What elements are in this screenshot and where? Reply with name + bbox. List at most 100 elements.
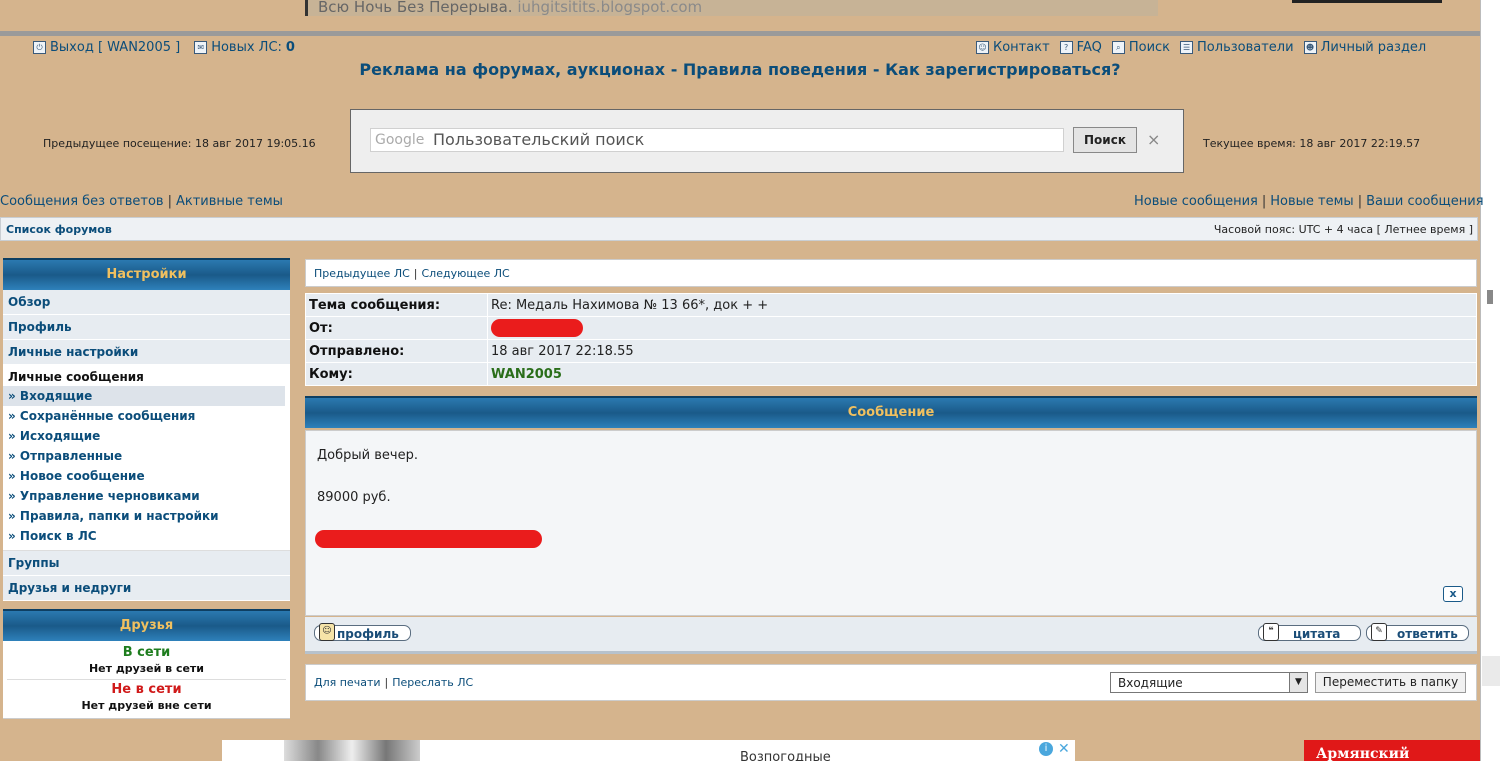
contact-icon: ☺ [976, 41, 989, 54]
forum-list-link[interactable]: Список форумов [6, 223, 112, 236]
pm-link-drafts[interactable]: » Управление черновиками [3, 486, 290, 506]
top-banner-link[interactable]: iuhgitsitits.blogspot.com [517, 0, 702, 16]
table-row: Тема сообщения: Re: Медаль Нахимова № 13… [305, 293, 1477, 317]
new-pm-count[interactable]: 0 [286, 40, 295, 55]
sent-value: 18 авг 2017 22:18.55 [487, 339, 1477, 363]
previous-visit: Предыдущее посещение: 18 авг 2017 19:05.… [43, 137, 316, 150]
scrollbar-track-gap [1482, 656, 1500, 686]
message-line: 89000 руб. [317, 490, 391, 505]
profile-button[interactable]: ☺ профиль [314, 623, 411, 641]
online-none: Нет друзей в сети [88, 662, 205, 675]
new-pm-link[interactable]: Новых ЛС: [211, 40, 282, 55]
scrollbar[interactable] [1480, 0, 1500, 761]
unanswered-link[interactable]: Сообщения без ответов [0, 194, 164, 209]
subject-value: Re: Медаль Нахимова № 13 66*, док + + [487, 293, 1477, 317]
table-row: Кому: WAN2005 [305, 362, 1477, 386]
timezone-info: Часовой пояс: UTC + 4 часа [ Летнее врем… [1213, 223, 1473, 236]
pm-link-compose[interactable]: » Новое сообщение [3, 466, 290, 486]
search-button[interactable]: Поиск [1073, 127, 1137, 153]
prev-pm-link[interactable]: Предыдущее ЛС [314, 267, 410, 280]
user-icon: ☺ [319, 623, 335, 641]
sender-redaction [491, 319, 583, 337]
faq-icon: ? [1059, 41, 1073, 54]
folder-select-value: Входящие [1118, 676, 1183, 690]
right-ad[interactable]: Армянский [1304, 740, 1480, 761]
folder-select[interactable]: Входящие ▼ [1110, 672, 1308, 693]
forward-link[interactable]: Переслать ЛС [392, 676, 473, 689]
friends-panel: Друзья В сети Нет друзей в сети Не в сет… [3, 609, 290, 719]
quote-button[interactable]: ❝ цитата [1258, 623, 1361, 641]
move-to-folder-button[interactable]: Переместить в папку [1315, 672, 1466, 693]
top-right-image [1292, 0, 1442, 3]
your-posts-link[interactable]: Ваши сообщения [1366, 194, 1483, 209]
pm-link-rules[interactable]: » Правила, папки и настройки [3, 506, 290, 526]
pm-navigation: Предыдущее ЛС | Следующее ЛС [305, 259, 1477, 287]
pm-link-search[interactable]: » Поиск в ЛС [3, 526, 290, 546]
ad-info-icon[interactable]: i [1039, 742, 1053, 756]
reply-button[interactable]: ✎ ответить [1366, 623, 1469, 641]
chevron-down-icon[interactable]: ▼ [1289, 673, 1307, 692]
next-pm-link[interactable]: Следующее ЛС [422, 267, 510, 280]
from-label: От: [305, 316, 488, 340]
users-icon: ☰ [1180, 41, 1194, 54]
quick-links-left: Сообщения без ответов | Активные темы [0, 194, 283, 209]
search-link[interactable]: Поиск [1129, 40, 1170, 55]
logout-link[interactable]: Выход [ WAN2005 ] [50, 40, 180, 55]
headline-ads-link[interactable]: Реклама на форумах, аукционах [359, 60, 665, 79]
reply-icon: ✎ [1371, 623, 1387, 641]
scrollbar-thumb[interactable] [1487, 290, 1493, 304]
print-link[interactable]: Для печати [314, 676, 381, 689]
sidebar-item-profile[interactable]: Профиль [3, 315, 290, 340]
headline-rules-link[interactable]: Правила поведения [683, 60, 867, 79]
friends-header: Друзья [3, 609, 290, 641]
search-input[interactable]: Google Пользовательский поиск [370, 128, 1064, 152]
close-icon[interactable]: × [1147, 130, 1160, 149]
quote-icon: ❝ [1263, 623, 1279, 641]
pm-link-outbox[interactable]: » Исходящие [3, 426, 290, 446]
personal-icon: ☻ [1303, 41, 1317, 54]
settings-header: Настройки [3, 258, 290, 290]
personal-link[interactable]: Личный раздел [1321, 40, 1427, 55]
users-link[interactable]: Пользователи [1197, 40, 1294, 55]
sidebar: Настройки Обзор Профиль Личные настройки… [3, 258, 290, 719]
sidebar-item-friends[interactable]: Друзья и недруги [3, 576, 290, 601]
quote-button-label: цитата [1293, 627, 1341, 641]
top-ad-banner[interactable]: Всю Ночь Без Перерыва. iuhgitsitits.blog… [305, 0, 1158, 16]
ad-image [284, 740, 420, 761]
sidebar-item-overview[interactable]: Обзор [3, 290, 290, 315]
sidebar-item-preferences[interactable]: Личные настройки [3, 340, 290, 365]
sidebar-item-groups[interactable]: Группы [3, 551, 290, 576]
message-header: Сообщение [305, 396, 1477, 428]
ad-text: Возпогодные [740, 750, 831, 761]
headline-sep: - [665, 60, 683, 79]
headline: Реклама на форумах, аукционах - Правила … [0, 60, 1480, 79]
ad-close-icon[interactable]: ✕ [1058, 741, 1070, 757]
bottom-ad[interactable]: Возпогодные i ✕ [222, 740, 1075, 761]
quick-links-right: Новые сообщения | Новые темы | Ваши сообщени… [1134, 194, 1484, 209]
header-divider [0, 31, 1480, 36]
site-nav: ☺ Контакт ? FAQ ⌕ Поиск ☰ Пользователи ☻ Личн… [976, 40, 1436, 55]
search-icon: ⌕ [1111, 41, 1125, 54]
recipient-link[interactable]: WAN2005 [491, 367, 562, 382]
right-ad-text: Армянский [1316, 746, 1410, 761]
google-brand: Google [375, 132, 425, 148]
current-time: Текущее время: 18 авг 2017 22:19.57 [1203, 137, 1421, 150]
logout-icon: ⏻ [33, 41, 46, 54]
message-info: Тема сообщения: Re: Медаль Нахимова № 13… [305, 293, 1477, 386]
to-label: Кому: [305, 362, 488, 386]
message-line: Добрый вечер. [317, 448, 418, 463]
report-icon[interactable]: x [1443, 586, 1463, 602]
faq-link[interactable]: FAQ [1077, 40, 1102, 55]
headline-register-link[interactable]: Как зарегистрироваться? [885, 60, 1121, 79]
offline-none: Нет друзей вне сети [81, 699, 212, 712]
pm-link-saved[interactable]: » Сохранённые сообщения [3, 406, 290, 426]
active-topics-link[interactable]: Активные темы [176, 194, 283, 209]
offline-label: Не в сети [111, 682, 182, 697]
pm-link-sent[interactable]: » Отправленные [3, 446, 290, 466]
search-placeholder: Пользовательский поиск [433, 130, 645, 149]
user-nav: ⏻ Выход [ WAN2005 ] ✉ Новых ЛС: 0 [33, 40, 295, 55]
new-topics-link[interactable]: Новые темы [1270, 194, 1353, 209]
new-posts-link[interactable]: Новые сообщения [1134, 194, 1258, 209]
pm-link-inbox[interactable]: » Входящие [3, 386, 285, 406]
contact-link[interactable]: Контакт [993, 40, 1050, 55]
